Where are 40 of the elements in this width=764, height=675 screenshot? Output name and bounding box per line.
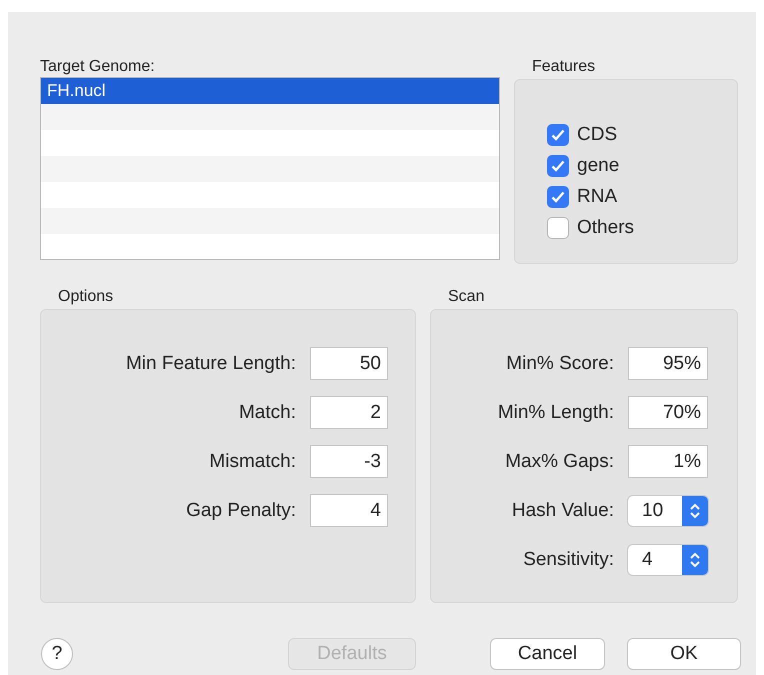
checkmark-icon xyxy=(551,191,565,203)
field-label: Min% Score: xyxy=(505,352,615,374)
field-label: Min Feature Length: xyxy=(124,352,297,374)
dialog-button[interactable]: OK xyxy=(627,638,741,670)
checkmark-icon xyxy=(551,129,565,141)
list-label: Target Genome: xyxy=(40,57,156,77)
number-field[interactable]: 95% xyxy=(628,347,708,380)
group-title: Options xyxy=(58,287,114,307)
group-title: Features xyxy=(532,57,596,77)
checkbox-label: CDS xyxy=(577,124,618,146)
checkbox-label: RNA xyxy=(577,186,618,208)
number-field[interactable]: 50 xyxy=(310,347,388,380)
checkbox[interactable] xyxy=(547,217,569,239)
number-field[interactable]: 1% xyxy=(628,445,708,478)
field-label: Mismatch: xyxy=(208,450,297,472)
field-label: Hash Value: xyxy=(510,500,615,522)
popup-button[interactable]: 4 xyxy=(628,544,708,574)
list-item[interactable]: FH.nucl xyxy=(41,78,499,104)
number-field[interactable]: 70% xyxy=(628,396,708,429)
field-label: Match: xyxy=(238,402,297,424)
dialog-button[interactable]: Cancel xyxy=(490,638,605,670)
checkbox[interactable] xyxy=(547,155,569,177)
checkbox-label: gene xyxy=(577,155,620,177)
number-field[interactable]: 4 xyxy=(310,494,388,527)
field-label: Gap Penalty: xyxy=(185,500,297,522)
stepper-icon xyxy=(689,550,701,568)
group-title: Scan xyxy=(448,287,486,307)
checkbox-label: Others xyxy=(577,217,634,239)
number-field[interactable]: 2 xyxy=(310,396,388,429)
stepper-icon xyxy=(689,502,701,520)
field-label: Sensitivity: xyxy=(522,548,615,570)
field-label: Min% Length: xyxy=(496,402,615,424)
checkbox[interactable] xyxy=(547,124,569,146)
checkbox[interactable] xyxy=(547,186,569,208)
popup-button[interactable]: 10 xyxy=(628,496,708,526)
checkmark-icon xyxy=(551,160,565,172)
field-label: Max% Gaps: xyxy=(504,450,615,472)
help-button[interactable]: ? xyxy=(41,638,73,670)
genome-list[interactable]: FH.nucl xyxy=(40,77,500,260)
number-field[interactable]: -3 xyxy=(310,445,388,478)
